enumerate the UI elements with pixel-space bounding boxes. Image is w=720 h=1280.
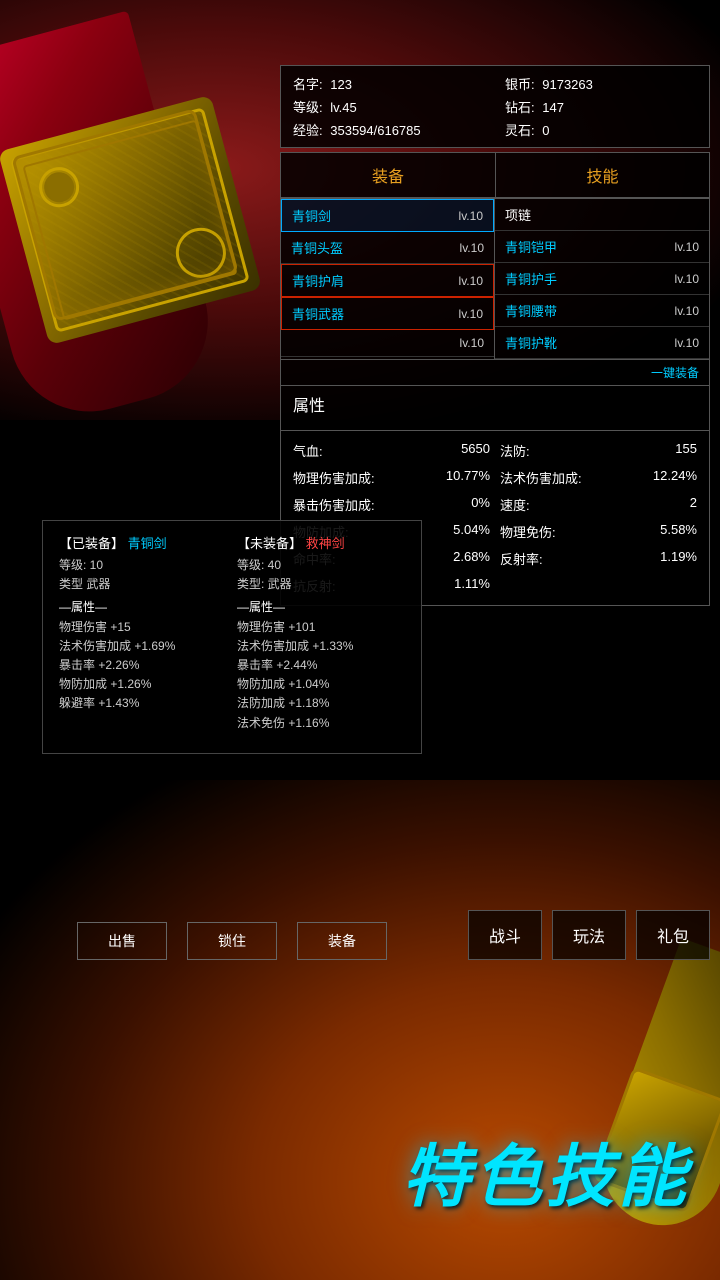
lock-button[interactable]: 锁住 (187, 922, 277, 960)
attr-mdef: 法防: 155 (500, 439, 697, 462)
spirit-field: 灵石: 0 (505, 120, 697, 139)
main-tabs: 装备 技能 (280, 152, 710, 198)
equip-button[interactable]: 装备 (297, 922, 387, 960)
attrs-title: 属性 (293, 392, 697, 416)
silver-field: 银币: 9173263 (505, 74, 697, 93)
unequipped-col: 【未装备】 救神剑 等级: 40 类型: 武器 —属性— 物理伤害 +101 法… (237, 533, 405, 733)
name-field: 名字: 123 (293, 74, 485, 93)
equip-item-0[interactable]: 青铜剑 lv.10 (281, 199, 494, 232)
bottom-navigation: 战斗 玩法 礼包 (468, 910, 710, 960)
equip-item-2[interactable]: 青铜护肩 lv.10 (281, 264, 494, 297)
exp-field: 经验: 353594/616785 (293, 120, 485, 139)
skill-item-3[interactable]: 青铜腰带 lv.10 (495, 295, 709, 327)
equip-item-1[interactable]: 青铜头盔 lv.10 (281, 232, 494, 264)
skill-item-2[interactable]: 青铜护手 lv.10 (495, 263, 709, 295)
nav-gift[interactable]: 礼包 (636, 910, 710, 960)
one-key-equip[interactable]: 一键装备 (280, 360, 710, 386)
diamond-field: 钻石: 147 (505, 97, 697, 116)
skill-item-1[interactable]: 青铜铠甲 lv.10 (495, 231, 709, 263)
sword-decoration-top (0, 0, 280, 420)
skill-item-4[interactable]: 青铜护靴 lv.10 (495, 327, 709, 359)
nav-gameplay[interactable]: 玩法 (552, 910, 626, 960)
equip-item-4[interactable]: lv.10 (281, 330, 494, 357)
sword-decoration-bottom (520, 930, 720, 1280)
attr-reflect: 反射率: 1.19% (500, 547, 697, 570)
skills-column: 项链 青铜铠甲 lv.10 青铜护手 lv.10 青铜腰带 lv.10 青铜护靴… (495, 199, 709, 359)
level-field: 等级: lv.45 (293, 97, 485, 116)
equip-item-3[interactable]: 青铜武器 lv.10 (281, 297, 494, 330)
character-info: 名字: 123 银币: 9173263 等级: lv.45 钻石: 147 经验… (280, 65, 710, 148)
action-buttons: 出售 锁住 装备 (42, 922, 422, 960)
equipped-col: 【已装备】 青铜剑 等级: 10 类型 武器 —属性— 物理伤害 +15 法术伤… (59, 533, 227, 733)
attr-hp: 气血: 5650 (293, 439, 490, 462)
skill-item-0[interactable]: 项链 (495, 199, 709, 231)
compare-panel: 【已装备】 青铜剑 等级: 10 类型 武器 —属性— 物理伤害 +15 法术伤… (42, 520, 422, 754)
sell-button[interactable]: 出售 (77, 922, 167, 960)
attr-crit: 暴击伤害加成: 0% (293, 493, 490, 516)
feature-skills-label: 特色技能 (402, 1121, 690, 1220)
attr-preduc: 物理免伤: 5.58% (500, 520, 697, 543)
equipment-column: 青铜剑 lv.10 青铜头盔 lv.10 青铜护肩 lv.10 青铜武器 lv.… (281, 199, 495, 359)
attr-mdmg: 法术伤害加成: 12.24% (500, 466, 697, 489)
tab-skills[interactable]: 技能 (495, 153, 709, 197)
tab-equip[interactable]: 装备 (281, 153, 495, 197)
attr-pdmg: 物理伤害加成: 10.77% (293, 466, 490, 489)
nav-battle[interactable]: 战斗 (468, 910, 542, 960)
equip-skills-container: 青铜剑 lv.10 青铜头盔 lv.10 青铜护肩 lv.10 青铜武器 lv.… (280, 198, 710, 360)
attr-speed: 速度: 2 (500, 493, 697, 516)
